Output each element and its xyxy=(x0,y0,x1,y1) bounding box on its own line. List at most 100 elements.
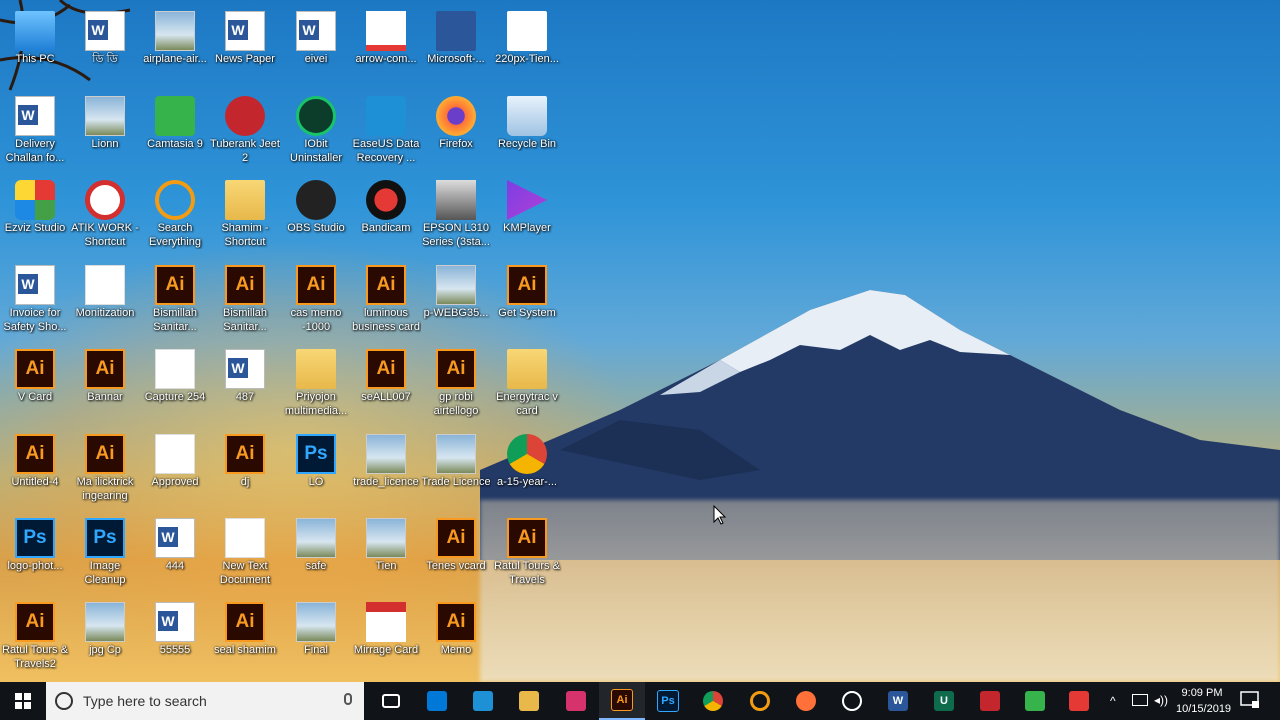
desktop-icon[interactable]: airplane-air... xyxy=(140,5,210,89)
desktop-icon[interactable]: Bandicam xyxy=(351,174,421,258)
desktop-icon[interactable]: Tuberank Jeet 2 xyxy=(210,90,280,174)
clock[interactable]: 9:09 PM 10/15/2019 xyxy=(1176,685,1231,717)
desktop-icon[interactable]: Tien xyxy=(351,512,421,596)
desktop-icon[interactable]: Capture 254 xyxy=(140,343,210,427)
taskbar-tuberank[interactable] xyxy=(967,682,1013,720)
desktop-icon[interactable]: Ps Image Cleanup xyxy=(70,512,140,596)
taskbar-paint[interactable] xyxy=(553,682,599,720)
desktop-icon[interactable]: Ai Memo xyxy=(421,596,491,680)
taskbar-word[interactable]: W xyxy=(875,682,921,720)
desktop-icon[interactable]: trade_licence xyxy=(351,428,421,512)
desktop-icon[interactable]: safe xyxy=(281,512,351,596)
taskbar-search-everything[interactable] xyxy=(737,682,783,720)
desktop-icon[interactable]: ATIK WORK - Shortcut xyxy=(70,174,140,258)
desktop-icon-label: EaseUS Data Recovery ... xyxy=(352,138,420,164)
desktop-icon[interactable]: Shamim - Shortcut xyxy=(210,174,280,258)
taskbar-file-explorer[interactable] xyxy=(506,682,552,720)
taskbar-search-box[interactable]: Type here to search xyxy=(46,682,364,720)
desktop-icon[interactable]: Firefox xyxy=(421,90,491,174)
word-icon xyxy=(225,349,265,389)
ai-icon: Ai xyxy=(15,434,55,474)
desktop-icon[interactable]: 55555 xyxy=(140,596,210,680)
desktop-icon[interactable]: Mirrage Card xyxy=(351,596,421,680)
desktop-icon[interactable]: OBS Studio xyxy=(281,174,351,258)
desktop-icon[interactable]: Invoice for Safety Sho... xyxy=(0,259,70,343)
taskbar-clock-app[interactable] xyxy=(829,682,875,720)
desktop-icon[interactable]: Ai Get System xyxy=(492,259,562,343)
desktop-icon-label: Ma ilicktrick ingearing xyxy=(76,476,134,502)
img-icon xyxy=(296,602,336,642)
desktop-icon[interactable]: a-15-year-... xyxy=(492,428,562,512)
microphone-icon[interactable] xyxy=(344,693,352,705)
desktop-icon[interactable]: Lionn xyxy=(70,90,140,174)
desktop-icon[interactable]: Ps LO xyxy=(281,428,351,512)
word-icon: W xyxy=(888,691,908,711)
ezviz-icon xyxy=(15,180,55,220)
volume-icon[interactable]: ◂)) xyxy=(1154,693,1168,707)
network-icon[interactable] xyxy=(1132,694,1148,706)
desktop-icon[interactable]: Trade Licence xyxy=(421,428,491,512)
desktop-icon[interactable]: News Paper xyxy=(210,5,280,89)
desktop-icon[interactable]: Priyojon multimedia... xyxy=(281,343,351,427)
taskbar-firefox[interactable] xyxy=(783,682,829,720)
desktop-icon[interactable]: jpg Cp xyxy=(70,596,140,680)
desktop-icon[interactable]: 444 xyxy=(140,512,210,596)
taskbar-camtasia[interactable] xyxy=(1012,682,1058,720)
desktop-icon[interactable]: Search Everything xyxy=(140,174,210,258)
desktop-icon[interactable]: EaseUS Data Recovery ... xyxy=(351,90,421,174)
action-center-icon[interactable] xyxy=(1240,691,1260,709)
desktop-icon[interactable]: Microsoft-... xyxy=(421,5,491,89)
taskbar-illustrator[interactable]: Ai xyxy=(599,682,645,720)
desktop-icon[interactable]: Approved xyxy=(140,428,210,512)
printer-icon xyxy=(436,180,476,220)
desktop-icon[interactable]: Ai Bismillah Sanitar... xyxy=(140,259,210,343)
desktop-icon[interactable]: KMPlayer xyxy=(492,174,562,258)
taskbar-screen-recorder[interactable] xyxy=(1056,682,1102,720)
desktop-icon[interactable]: Ai dj xyxy=(210,428,280,512)
desktop-icon[interactable]: EPSON L310 Series (3sta... xyxy=(421,174,491,258)
desktop-icon[interactable]: Recycle Bin xyxy=(492,90,562,174)
desktop-icon[interactable]: 220px-Tien... xyxy=(492,5,562,89)
desktop-icon[interactable]: This PC xyxy=(0,5,70,89)
taskbar-task-view[interactable] xyxy=(368,682,414,720)
desktop-icon[interactable]: Ai Bismillah Sanitar... xyxy=(210,259,280,343)
desktop-icon[interactable]: Ai Untitled-4 xyxy=(0,428,70,512)
desktop-icon[interactable]: 487 xyxy=(210,343,280,427)
desktop-icon[interactable]: Camtasia 9 xyxy=(140,90,210,174)
desktop-icon[interactable]: p-WEBG35... xyxy=(421,259,491,343)
chevron-up-icon[interactable]: ^ xyxy=(1110,694,1116,708)
desktop-icon[interactable]: Delivery Challan fo... xyxy=(0,90,70,174)
desktop-icon[interactable]: New Text Document xyxy=(210,512,280,596)
img-icon xyxy=(85,602,125,642)
taskbar-snip[interactable] xyxy=(460,682,506,720)
desktop-icon[interactable]: Monitization xyxy=(70,259,140,343)
desktop-icon[interactable]: Ai seALL007 xyxy=(351,343,421,427)
desktop-icon[interactable]: Ai Ratul Tours & Travels xyxy=(492,512,562,596)
start-button[interactable] xyxy=(0,682,46,720)
desktop-icon-label: Monitization xyxy=(75,307,135,319)
desktop-icon[interactable]: Final xyxy=(281,596,351,680)
desktop-icon[interactable]: Ai gp robi airtellogo xyxy=(421,343,491,427)
desktop-icon[interactable]: ডি ডি xyxy=(70,5,140,89)
desktop-icon[interactable]: Energytrac v card xyxy=(492,343,562,427)
taskbar-store[interactable] xyxy=(414,682,460,720)
desktop-icon[interactable]: Ai Tenes vcard xyxy=(421,512,491,596)
desktop-icon[interactable]: Ai Ratul Tours & Travels2 xyxy=(0,596,70,680)
desktop-icon[interactable]: Ai cas memo -1000 xyxy=(281,259,351,343)
desktop-icon[interactable]: Ps logo-phot... xyxy=(0,512,70,596)
desktop-icon[interactable]: Ezviz Studio xyxy=(0,174,70,258)
desktop-icon-label: arrow-com... xyxy=(355,53,417,65)
taskbar-photoshop[interactable]: Ps xyxy=(645,682,691,720)
desktop-icon[interactable]: IObit Uninstaller xyxy=(281,90,351,174)
cortana-icon xyxy=(55,692,73,710)
taskbar-chrome[interactable] xyxy=(690,682,736,720)
desktop-icon[interactable]: Ai Bannar xyxy=(70,343,140,427)
desktop-icon[interactable]: arrow-com... xyxy=(351,5,421,89)
desktop-icon[interactable]: Ai luminous business card xyxy=(351,259,421,343)
taskbar-iobit[interactable]: U xyxy=(921,682,967,720)
desktop-icon-label: a-15-year-... xyxy=(497,476,557,488)
desktop-icon[interactable]: Ai V Card xyxy=(0,343,70,427)
desktop-icon[interactable]: Ai Ma ilicktrick ingearing xyxy=(70,428,140,512)
desktop-icon[interactable]: eivei xyxy=(281,5,351,89)
desktop-icon[interactable]: Ai seal shamim xyxy=(210,596,280,680)
